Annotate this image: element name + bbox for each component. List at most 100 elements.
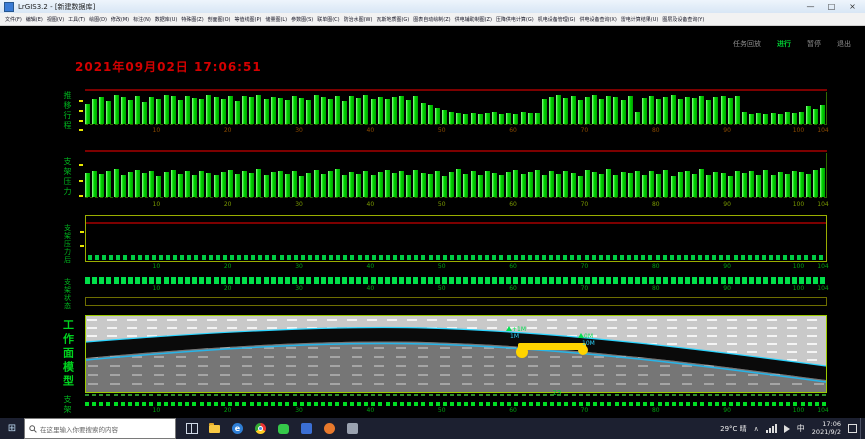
dash-dim <box>593 394 597 396</box>
sq <box>813 277 818 284</box>
dash-dim <box>693 394 697 396</box>
bar <box>413 96 418 124</box>
task-view-icon[interactable] <box>185 422 198 435</box>
menu-item[interactable]: 视图(V) <box>47 16 64 23</box>
dash-bright <box>722 402 726 406</box>
bar <box>799 172 804 197</box>
ime-indicator[interactable]: 中 <box>797 423 805 434</box>
wechat-icon[interactable] <box>277 422 290 435</box>
bar <box>471 171 476 197</box>
annotation-sub: 10M <box>582 340 595 347</box>
weather-widget[interactable]: 29°C 晴 <box>720 424 747 434</box>
bar <box>535 113 540 124</box>
axis-tick: 90 <box>723 201 731 208</box>
bar <box>642 175 647 197</box>
menu-item[interactable]: 雷电计算结果(U) <box>621 16 659 23</box>
dash-dim <box>178 394 182 396</box>
sq <box>171 277 176 284</box>
show-desktop-button[interactable] <box>860 418 865 439</box>
menu-item[interactable]: 文件(F) <box>5 16 22 23</box>
menu-item[interactable]: 标注(N) <box>133 16 151 23</box>
menu-item[interactable]: 图表自动绘制(Z) <box>413 16 450 23</box>
dash-dim <box>185 394 189 396</box>
playback-exit[interactable]: 退出 <box>837 39 851 49</box>
playback-replay[interactable]: 任务回放 <box>733 39 761 49</box>
menu-item[interactable]: 压降供电计算(G) <box>496 16 534 23</box>
bar <box>242 96 247 124</box>
menu-item[interactable]: 数据库(U) <box>155 16 178 23</box>
network-icon[interactable] <box>766 424 777 433</box>
menu-item[interactable]: 编辑(E) <box>26 16 43 23</box>
stub <box>677 255 681 260</box>
sq <box>478 277 483 284</box>
maximize-button[interactable]: □ <box>823 0 840 13</box>
dash-bright <box>507 402 511 406</box>
app-icon-orange[interactable] <box>323 422 336 435</box>
dash-dim <box>536 394 540 396</box>
menu-item[interactable]: 图层及设备查询(Y) <box>662 16 704 23</box>
bar <box>392 173 397 197</box>
bar <box>721 173 726 197</box>
menu-item[interactable]: 瓦斯地质图(G) <box>376 16 409 23</box>
dash-bright <box>679 402 683 406</box>
playback-pause[interactable]: 暂停 <box>807 39 821 49</box>
menu-item[interactable]: 储量图(L) <box>265 16 287 23</box>
stub <box>429 255 433 260</box>
sq <box>428 277 433 284</box>
sq <box>485 277 490 284</box>
file-explorer-icon[interactable] <box>208 422 221 435</box>
bar <box>528 172 533 197</box>
menu-item[interactable]: 机电设备管理(G) <box>538 16 576 23</box>
dash-bright <box>758 402 762 406</box>
sq <box>456 277 461 284</box>
bar <box>549 171 554 197</box>
menu-item[interactable]: 绘图(D) <box>89 16 107 23</box>
dash-dim <box>586 394 590 396</box>
start-button[interactable]: ⊞ <box>0 418 24 439</box>
axis-tick: 70 <box>581 285 589 292</box>
bar <box>542 99 547 124</box>
dash-bright <box>786 402 790 406</box>
action-center-icon[interactable] <box>848 424 857 433</box>
sq <box>635 277 640 284</box>
bar <box>592 95 597 124</box>
menu-item[interactable]: 供电设备查询(X) <box>579 16 616 23</box>
bar <box>499 175 504 197</box>
menu-item[interactable]: 剖面图(O) <box>208 16 231 23</box>
minimize-button[interactable]: — <box>802 0 819 13</box>
dash-dim <box>221 394 225 396</box>
taskbar-clock[interactable]: 17:06 2021/9/2 <box>812 421 841 437</box>
dash-dim <box>607 394 611 396</box>
menu-item[interactable]: 参数图(S) <box>291 16 313 23</box>
menu-item[interactable]: 特殊图(Z) <box>181 16 203 23</box>
dash-dim <box>207 394 211 396</box>
sq <box>85 277 90 284</box>
app-icon-blue[interactable] <box>300 422 313 435</box>
bar <box>649 96 654 124</box>
edge-browser-icon[interactable]: e <box>231 422 244 435</box>
app-icon-gray[interactable] <box>346 422 359 435</box>
tray-chevron-icon[interactable]: ∧ <box>754 425 759 433</box>
menu-item[interactable]: 联单图(C) <box>317 16 339 23</box>
dash-bright <box>378 402 382 406</box>
menu-item[interactable]: 工具(T) <box>68 16 85 23</box>
stub <box>769 255 773 260</box>
volume-icon[interactable] <box>784 425 790 433</box>
menu-item[interactable]: 等值线图(P) <box>235 16 262 23</box>
sq <box>142 277 147 284</box>
bar <box>278 98 283 124</box>
close-button[interactable]: × <box>844 0 861 13</box>
sq <box>449 277 454 284</box>
bar <box>214 175 219 197</box>
dash-bright <box>808 402 812 406</box>
dash-bright <box>600 402 604 406</box>
stub <box>372 255 376 260</box>
menu-item[interactable]: 供电辅助制图(Z) <box>455 16 492 23</box>
menu-item[interactable]: 防治水图(W) <box>344 16 373 23</box>
playback-play[interactable]: 进行 <box>777 39 791 49</box>
chrome-browser-icon[interactable] <box>254 422 267 435</box>
stub <box>585 255 589 260</box>
dash-bright <box>114 402 118 406</box>
search-box[interactable]: 在这里输入你要搜索的内容 <box>24 418 176 439</box>
menu-item[interactable]: 修改(M) <box>111 16 129 23</box>
